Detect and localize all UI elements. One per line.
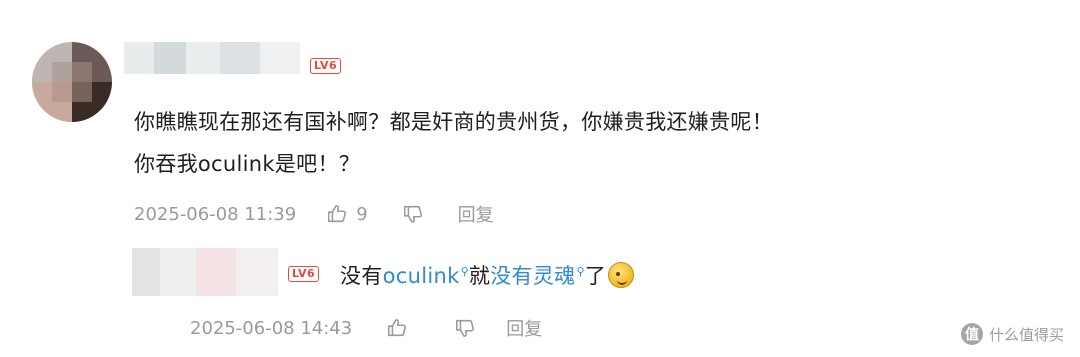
watermark-text: 什么值得买	[988, 325, 1064, 344]
comment-text-line2: 你吞我oculink是吧！？	[134, 152, 361, 176]
search-mark-icon[interactable]: ⚲	[576, 265, 584, 278]
comment-text-line1: 你瞧瞧现在那还有国补啊？都是奸商的贵州货，你嫌贵我还嫌贵呢！	[134, 110, 773, 134]
reply-button[interactable]: 回复	[458, 201, 494, 227]
search-mark-icon[interactable]: ⚲	[461, 265, 469, 278]
thumb-up-icon[interactable]	[386, 317, 408, 339]
watermark-logo-icon: 值	[960, 323, 983, 345]
oculink-link[interactable]: oculink	[383, 264, 460, 288]
reply-timestamp: 2025-06-08 14:43	[190, 317, 353, 339]
watermark: 值 什么值得买	[960, 323, 1064, 345]
comment-timestamp: 2025-06-08 11:39	[134, 203, 297, 225]
comment-meta: 2025-06-08 11:39 9 回复	[134, 200, 494, 228]
like-count: 9	[356, 203, 368, 225]
reply-text-part2: 就	[468, 264, 491, 288]
reply-text-part3: 了	[584, 264, 607, 288]
thumb-down-icon[interactable]	[454, 317, 476, 339]
reply-button[interactable]: 回复	[506, 315, 542, 341]
reply-level-badge: LV6	[288, 266, 320, 282]
emoji-icon	[608, 262, 635, 288]
reply-meta: 2025-06-08 14:43 回复	[190, 314, 542, 342]
soul-link[interactable]: 没有灵魂	[490, 264, 575, 288]
reply-text: 没有oculink⚲就没有灵魂⚲了	[340, 260, 635, 290]
avatar[interactable]	[32, 42, 112, 122]
reply-username-blurred[interactable]	[132, 248, 278, 296]
thumb-up-icon[interactable]	[326, 203, 348, 225]
reply-text-part1: 没有	[340, 264, 383, 288]
username-blurred[interactable]	[124, 42, 300, 74]
level-badge: LV6	[310, 58, 342, 74]
thumb-down-icon[interactable]	[402, 203, 424, 225]
